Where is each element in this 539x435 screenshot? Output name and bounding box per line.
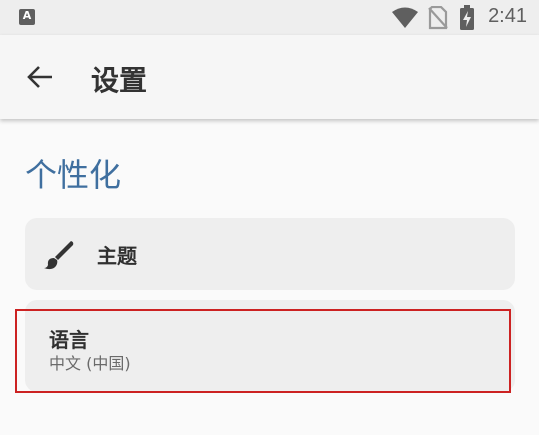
- language-label: 语言: [49, 328, 89, 352]
- language-setting-item[interactable]: 语言 中文 (中国): [25, 300, 515, 392]
- brush-icon: [44, 241, 74, 270]
- app-bar: 设置: [0, 35, 539, 119]
- arrow-left-icon: [27, 66, 52, 88]
- no-sim-icon: [428, 6, 448, 30]
- theme-setting-item[interactable]: 主题: [25, 218, 515, 290]
- wifi-icon: [392, 7, 418, 28]
- status-bar: A 2:41: [0, 0, 539, 35]
- back-button[interactable]: [18, 55, 62, 99]
- theme-label: 主题: [97, 244, 137, 268]
- battery-charging-icon: [460, 5, 474, 30]
- settings-screen: A 2:41 设置 个性化 主题 语言 中文 (中国): [0, 0, 539, 435]
- status-time: 2:41: [488, 5, 527, 27]
- app-notification-icon: A: [19, 9, 35, 25]
- page-title: 设置: [91, 64, 148, 97]
- section-title: 个性化: [25, 156, 122, 194]
- language-value: 中文 (中国): [49, 354, 131, 373]
